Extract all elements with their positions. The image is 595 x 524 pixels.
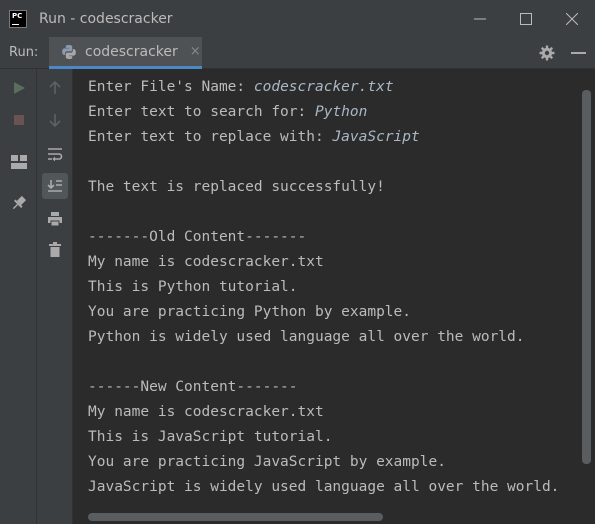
window-minimize-button[interactable] bbox=[457, 0, 503, 37]
play-icon bbox=[14, 82, 25, 94]
trash-icon bbox=[49, 242, 61, 257]
tab-codescracker[interactable]: codescracker × bbox=[49, 37, 202, 69]
console-line: ------New Content------- bbox=[88, 379, 298, 395]
minimize-panel-icon[interactable] bbox=[571, 52, 586, 54]
layout-icon bbox=[11, 155, 27, 169]
printer-icon bbox=[48, 212, 62, 227]
close-icon bbox=[566, 12, 578, 25]
python-icon bbox=[61, 44, 77, 60]
console-line: Enter text to search for: Python bbox=[88, 100, 559, 125]
window-controls bbox=[457, 0, 595, 37]
run-label: Run: bbox=[9, 45, 39, 60]
gear-icon bbox=[539, 45, 555, 61]
rerun-button[interactable] bbox=[6, 75, 32, 101]
prompt-text: Enter File's Name: bbox=[88, 79, 254, 95]
soft-wrap-button[interactable] bbox=[42, 141, 68, 167]
clear-all-button[interactable] bbox=[42, 237, 68, 263]
pin-tab-button[interactable] bbox=[6, 190, 32, 216]
maximize-icon bbox=[520, 12, 532, 25]
console-line: Enter text to replace with: JavaScript bbox=[88, 125, 559, 150]
tab-close-icon[interactable]: × bbox=[190, 45, 201, 58]
scroll-to-end-icon bbox=[47, 180, 62, 192]
run-actions-strip bbox=[0, 69, 37, 524]
horizontal-scrollbar[interactable] bbox=[88, 513, 383, 521]
console-line: Python is widely used language all over … bbox=[88, 329, 525, 345]
tab-label: codescracker bbox=[85, 43, 178, 60]
layout-button[interactable] bbox=[6, 149, 32, 175]
scroll-up-button[interactable] bbox=[42, 75, 68, 101]
pycharm-logo-icon: PC bbox=[9, 9, 27, 28]
window-maximize-button[interactable] bbox=[503, 0, 549, 37]
console-line: You are practicing JavaScript by example… bbox=[88, 454, 446, 470]
app-logo-text: PC bbox=[12, 11, 23, 20]
console-line: The text is replaced successfully! bbox=[88, 179, 385, 195]
prompt-text: Enter text to replace with: bbox=[88, 129, 333, 145]
arrow-up-icon bbox=[49, 81, 61, 94]
console-line: My name is codescracker.txt bbox=[88, 404, 324, 420]
user-input: JavaScript bbox=[332, 129, 420, 145]
console-line: Enter File's Name: codescracker.txt bbox=[88, 75, 559, 100]
soft-wrap-icon bbox=[48, 148, 63, 161]
user-input: codescracker.txt bbox=[253, 79, 394, 95]
vertical-scrollbar[interactable] bbox=[582, 90, 591, 464]
prompt-text: Enter text to search for: bbox=[88, 104, 315, 120]
console-line: This is JavaScript tutorial. bbox=[88, 429, 333, 445]
pin-icon bbox=[12, 195, 27, 210]
console-line: You are practicing Python by example. bbox=[88, 304, 412, 320]
scroll-to-end-button[interactable] bbox=[42, 173, 68, 199]
console-actions-strip bbox=[37, 69, 73, 524]
window-title: Run - codescracker bbox=[39, 10, 173, 27]
stop-icon bbox=[14, 115, 24, 125]
stop-button[interactable] bbox=[6, 107, 32, 133]
minimize-icon bbox=[474, 18, 486, 19]
console-line: This is Python tutorial. bbox=[88, 279, 298, 295]
console-line: My name is codescracker.txt bbox=[88, 254, 324, 270]
user-input: Python bbox=[314, 104, 368, 120]
arrow-down-icon bbox=[49, 114, 61, 127]
window-close-button[interactable] bbox=[549, 0, 595, 37]
print-button[interactable] bbox=[42, 206, 68, 232]
scroll-down-button[interactable] bbox=[42, 107, 68, 133]
console-output[interactable]: Enter File's Name: codescracker.txt Ente… bbox=[73, 69, 579, 509]
run-toolbar: Run: codescracker × bbox=[0, 37, 595, 69]
console-line: JavaScript is widely used language all o… bbox=[88, 479, 560, 495]
console-line: -------Old Content------- bbox=[88, 229, 307, 245]
settings-button[interactable] bbox=[539, 45, 555, 65]
window-titlebar: PC Run - codescracker bbox=[0, 0, 595, 37]
